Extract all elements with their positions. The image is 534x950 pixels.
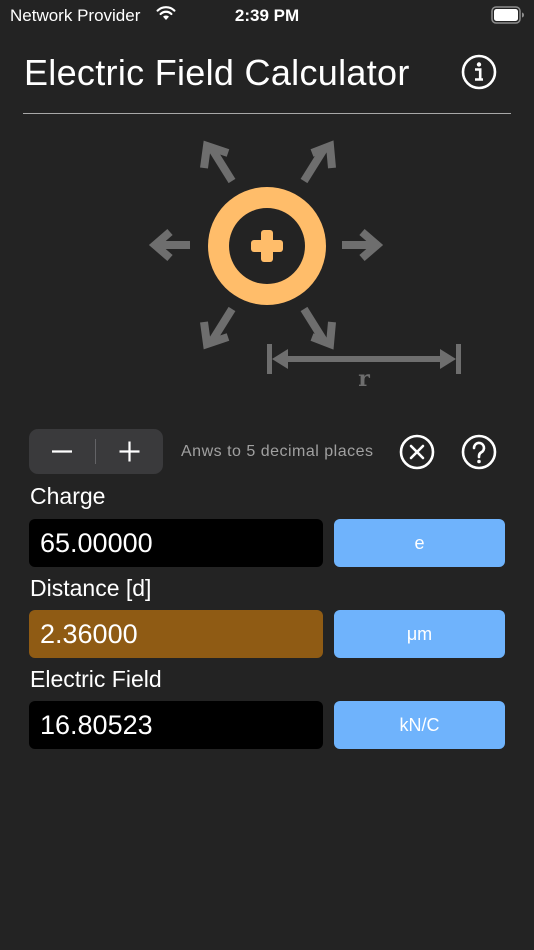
positive-charge-icon — [208, 187, 326, 305]
distance-label: r — [358, 366, 370, 392]
status-time: 2:39 PM — [234, 6, 300, 25]
help-icon[interactable] — [460, 433, 498, 471]
minus-icon[interactable] — [29, 429, 95, 474]
header-divider — [23, 113, 511, 114]
plus-icon[interactable] — [96, 429, 163, 474]
charge-input[interactable]: 65.00000 — [29, 519, 323, 567]
charge-field-diagram: r — [148, 140, 461, 392]
status-bar: Network Provider 2:39 PM — [0, 0, 534, 32]
charge-label: Charge — [30, 483, 106, 509]
electric-field-label: Electric Field — [30, 666, 162, 692]
distance-unit-button[interactable]: μm — [334, 610, 505, 658]
distance-input[interactable]: 2.36000 — [29, 610, 323, 658]
info-icon[interactable] — [461, 54, 497, 90]
header: Electric Field Calculator — [24, 48, 512, 114]
battery-icon — [491, 6, 524, 24]
precision-text: Anws to 5 decimal places — [181, 443, 374, 460]
clear-icon[interactable] — [398, 433, 436, 471]
electric-field-input[interactable]: 16.80523 — [29, 701, 323, 749]
charge-unit-button[interactable]: e — [334, 519, 505, 567]
page-title: Electric Field Calculator — [24, 52, 410, 93]
distance-field-label: Distance [d] — [30, 575, 152, 601]
precision-stepper[interactable] — [29, 429, 163, 474]
electric-field-unit-button[interactable]: kN/C — [334, 701, 505, 749]
